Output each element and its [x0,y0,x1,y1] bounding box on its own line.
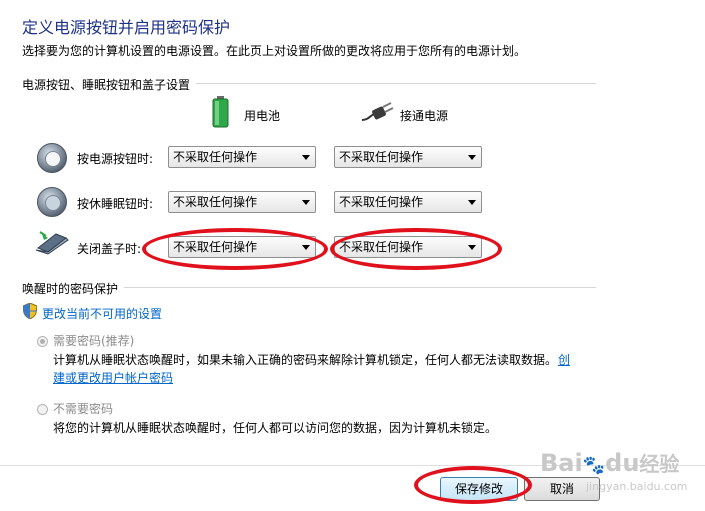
watermark-suffix: 经验 [639,452,680,476]
create-password-link-start[interactable]: 创 [558,351,570,368]
sleep-button-plugged-select[interactable]: 不采取任何操作 [334,191,482,213]
page-title: 定义电源按钮并启用密码保护 [22,18,231,37]
power-button-battery-select[interactable]: 不采取任何操作 [168,146,316,168]
power-button-icon [37,143,67,173]
chevron-down-icon [468,155,476,160]
laptop-lid-icon [34,228,70,256]
require-password-description: 计算机从睡眠状态唤醒时，如果未输入正确的密码来解除计算机锁定，任何人都无法读取数… [53,353,558,367]
plug-icon [360,102,394,124]
paw-icon: 🐾 [582,455,606,476]
row-label-power-button: 按电源按钮时: [77,152,154,166]
no-password-label: 不需要密码 [53,402,114,416]
annotation-ellipse-battery [142,228,328,270]
create-or-change-password-link[interactable]: 建或更改用户帐户密码 [53,369,173,386]
row-label-sleep-button: 按休睡眠钮时: [77,197,154,211]
baidu-watermark-logo: Bai🐾du经验 [540,448,679,477]
select-value: 不采取任何操作 [173,195,258,209]
require-password-label: 需要密码(推荐) [53,334,135,348]
watermark-url: jingyan.baidu.com [586,480,688,493]
chevron-down-icon [468,200,476,205]
change-unavailable-settings-link[interactable]: 更改当前不可用的设置 [42,305,162,322]
power-button-plugged-select[interactable]: 不采取任何操作 [334,146,482,168]
select-value: 不采取任何操作 [339,195,424,209]
no-password-description: 将您的计算机从睡眠状态唤醒时，任何人都可以访问您的数据，因为计算机未锁定。 [53,421,498,435]
chevron-down-icon [302,200,310,205]
watermark-brand: Bai [540,449,583,477]
sleep-button-icon [37,187,67,217]
page-description: 选择要为您的计算机设置的电源设置。在此页上对设置所做的更改将应用于您所有的电源计… [22,44,527,58]
select-value: 不采取任何操作 [339,150,424,164]
battery-icon [212,96,229,128]
plugged-in-column-header: 接通电源 [400,109,449,123]
password-section-label: 唤醒时的密码保护 [22,280,125,297]
select-value: 不采取任何操作 [173,150,258,164]
battery-column-header: 用电池 [244,109,281,123]
no-password-radio[interactable] [37,404,48,415]
watermark-brand-2: du [605,449,640,477]
annotation-ellipse-save [414,466,532,504]
annotation-ellipse-plugged [330,228,502,270]
row-label-lid-close: 关闭盖子时: [77,242,142,256]
require-password-radio[interactable] [37,336,48,347]
power-section-label: 电源按钮、睡眠按钮和盖子设置 [22,76,197,93]
sleep-button-battery-select[interactable]: 不采取任何操作 [168,191,316,213]
uac-shield-icon [22,302,38,320]
chevron-down-icon [302,155,310,160]
